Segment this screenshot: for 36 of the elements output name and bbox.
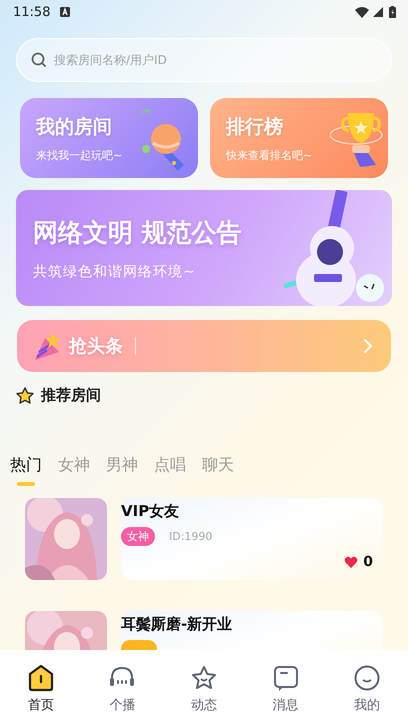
nav-tab[interactable]: 消息: [244, 650, 326, 725]
nav-tab[interactable]: 个播: [82, 650, 164, 725]
search-field[interactable]: 搜索房间名称/用户ID: [16, 38, 392, 82]
nav-tab[interactable]: 动态: [163, 650, 245, 725]
room-card[interactable]: VIP女友 女神 ID:1990 0: [121, 498, 383, 580]
notification-icon: [60, 7, 70, 17]
card-subtitle: 快来查看排名吧~: [226, 148, 314, 162]
card-title: 排行榜: [226, 114, 284, 140]
tab[interactable]: 热门: [10, 455, 42, 476]
wifi-icon: [355, 6, 369, 18]
like-count: 0: [363, 554, 373, 570]
signal-icon: [373, 7, 383, 17]
heart-icon: [344, 556, 358, 568]
nav-tab[interactable]: 首页: [0, 650, 82, 725]
search-icon: [31, 52, 46, 67]
chevron-right-icon: [363, 338, 373, 354]
banner-subtitle: 共筑绿色和谐网络环境~: [33, 262, 197, 280]
smiley-icon: [353, 664, 382, 692]
room-name: VIP女友: [121, 502, 180, 521]
room-id: ID:1990: [169, 530, 212, 543]
room-card[interactable]: 耳鬓厮磨-新开业: [121, 611, 383, 650]
headline-label: 抢头条: [69, 335, 123, 358]
banner-title: 网络文明 规范公告: [33, 216, 243, 248]
battery-icon: [389, 6, 396, 18]
card-subtitle: 来找我一起玩吧~: [36, 148, 124, 162]
card-title: 我的房间: [36, 114, 113, 140]
room-name: 耳鬓厮磨-新开业: [121, 615, 234, 634]
nav-tab[interactable]: 我的: [326, 650, 408, 725]
star-icon: [190, 664, 218, 692]
section-title: 推荐房间: [41, 386, 101, 405]
party-popper-icon: [33, 330, 63, 362]
room-tag: 女神: [121, 527, 155, 546]
chat-icon: [272, 664, 300, 692]
star-icon: [16, 387, 34, 404]
clock-time: 11:58: [13, 4, 50, 20]
home-icon: [26, 664, 55, 692]
